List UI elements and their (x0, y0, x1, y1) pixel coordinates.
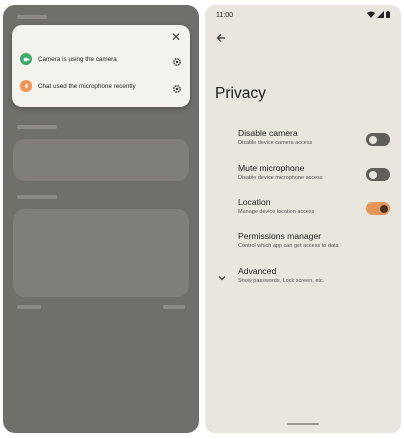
chevron-down-icon (218, 276, 226, 281)
camera-usage-row[interactable]: Camera is using the camera (20, 50, 182, 68)
blurred-footer (17, 305, 41, 309)
blurred-notification (13, 139, 189, 181)
setting-title: Permissions manager (238, 231, 322, 241)
privacy-settings-screen: 11:00 Privacy Disable camera Disable dev… (205, 5, 401, 433)
home-indicator[interactable] (287, 423, 319, 425)
gear-icon[interactable] (172, 81, 182, 93)
wifi-icon (367, 11, 375, 18)
blurred-header (17, 125, 57, 129)
camera-icon (20, 53, 32, 65)
advanced-setting[interactable]: Advanced Show passwords, Lock screen, et… (238, 266, 393, 292)
camera-usage-label: Camera is using the camera (38, 55, 117, 63)
signal-icon (377, 11, 384, 18)
setting-subtitle: Control which app can get access to data (238, 243, 339, 249)
setting-title: Advanced (238, 266, 277, 276)
status-icons (367, 11, 390, 18)
page-title: Privacy (215, 85, 266, 102)
blurred-footer (163, 305, 185, 309)
location-toggle[interactable] (366, 202, 390, 215)
disable-camera-toggle[interactable] (366, 133, 390, 146)
blurred-status (17, 15, 47, 19)
mute-microphone-toggle[interactable] (366, 168, 390, 181)
close-icon[interactable]: ✕ (170, 31, 182, 43)
blurred-notification (13, 209, 189, 297)
location-setting[interactable]: Location Manage device location access (238, 197, 393, 223)
privacy-indicator-popup: ✕ Camera is using the camera Chat used t… (12, 25, 190, 107)
setting-subtitle: Show passwords, Lock screen, etc. (238, 278, 325, 284)
permissions-manager-setting[interactable]: Permissions manager Control which app ca… (238, 231, 393, 257)
blurred-header (17, 195, 57, 199)
notification-shade-screen: ✕ Camera is using the camera Chat used t… (3, 5, 199, 433)
back-arrow-icon[interactable] (215, 32, 227, 44)
gear-icon[interactable] (172, 54, 182, 66)
disable-camera-setting[interactable]: Disable camera Disable device camera acc… (238, 128, 393, 154)
mute-microphone-setting[interactable]: Mute microphone Disable device microphon… (238, 163, 393, 189)
microphone-icon (20, 80, 32, 92)
microphone-usage-row[interactable]: Chat used the microphone recently (20, 77, 182, 95)
status-time: 11:00 (216, 12, 233, 19)
battery-icon (386, 11, 390, 18)
microphone-usage-label: Chat used the microphone recently (38, 82, 136, 90)
